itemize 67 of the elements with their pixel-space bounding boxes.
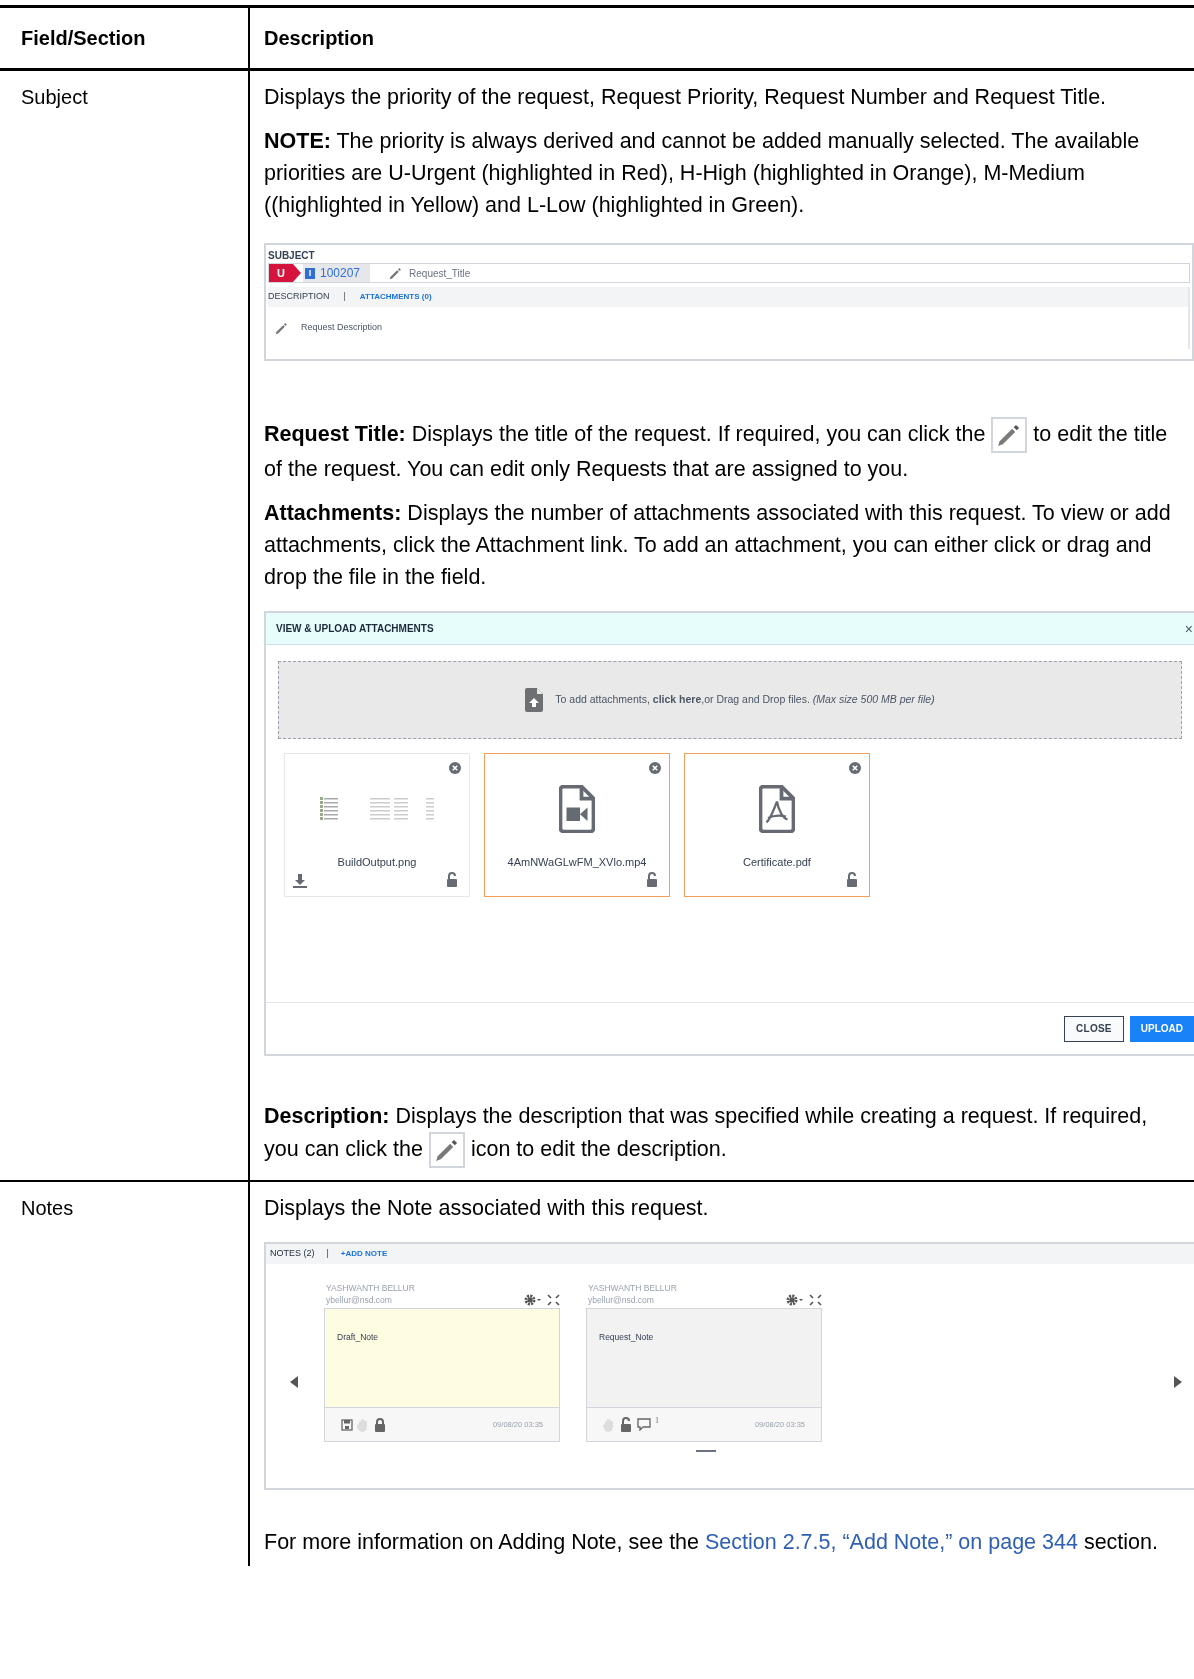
- pencil-icon: [428, 1132, 465, 1168]
- lock-icon[interactable]: [445, 872, 459, 888]
- note-author: YASHWANTH BELLUR: [588, 1282, 678, 1294]
- drop-zone[interactable]: To add attachments, click here,or Drag and Drop files. (Max size 500 MB per file): [278, 661, 1182, 739]
- note-text: Request_Note: [599, 1332, 654, 1342]
- file-name: 4AmNWaGLwFM_XVlo.mp4: [507, 855, 647, 870]
- tab[interactable]: ATTACHMENTS (0): [359, 291, 432, 303]
- pencil-icon: [991, 417, 1028, 453]
- add-note-link[interactable]: +ADD NOTE: [340, 1248, 388, 1260]
- note-body[interactable]: Draft_Note: [325, 1309, 559, 1407]
- download-icon[interactable]: [293, 874, 307, 888]
- paragraph: Request Title: Displays the title of the request. If required, you can click the to edit the title of the request. You can edit only Requests that are assigned to you.: [264, 417, 1194, 485]
- comment-icon[interactable]: [637, 1418, 651, 1431]
- file-name: Certificate.pdf: [743, 855, 811, 870]
- note-body[interactable]: Request_Note: [587, 1309, 821, 1407]
- column-header: Field/Section: [0, 8, 250, 68]
- priority-badge: U: [269, 264, 301, 282]
- column-header: Description: [263, 26, 376, 51]
- note-author: YASHWANTH BELLUR: [326, 1282, 416, 1294]
- link[interactable]: Section 2.7.5, “Add Note,” on page 344: [705, 1530, 1078, 1554]
- drop-zone-text: To add attachments, click here,or Drag and Drop files. (Max size 500 MB per file): [555, 692, 935, 708]
- notes-header: NOTES (2): [270, 1247, 315, 1261]
- pencil-icon[interactable]: [388, 265, 404, 281]
- video-file-icon: [559, 785, 595, 833]
- request-title: Request_Title: [409, 266, 471, 281]
- comment-count: 1: [655, 1414, 659, 1427]
- remove-icon[interactable]: [849, 762, 861, 774]
- close-button[interactable]: CLOSE: [1064, 1015, 1124, 1042]
- note-email: ybellur@nsd.com: [588, 1294, 654, 1306]
- paragraph: Displays the priority of the request, Request Priority, Request Number and Request Title.: [264, 84, 1108, 111]
- settings-icon[interactable]: [786, 1294, 822, 1306]
- upload-button[interactable]: UPLOAD: [1129, 1015, 1194, 1042]
- field-name: Subject: [21, 85, 89, 110]
- type-badge: I: [305, 267, 315, 279]
- dialog-title: VIEW & UPLOAD ATTACHMENTS: [276, 622, 434, 636]
- pdf-file-icon: [759, 785, 795, 833]
- file-card[interactable]: 4AmNWaGLwFM_XVlo.mp4: [484, 753, 670, 897]
- close-button[interactable]: ×: [1184, 621, 1193, 636]
- save-icon[interactable]: [341, 1418, 353, 1431]
- paragraph: Description: Displays the description that was specified while creating a request. If required, you can click the icon to edit the description.: [264, 1100, 1194, 1168]
- description-text: Request Description: [301, 321, 383, 335]
- lock-icon[interactable]: [645, 872, 659, 888]
- section-label: SUBJECT: [268, 249, 316, 263]
- paragraph: NOTE: The priority is always derived and cannot be added manually selected. The available priorities are U-Urgent (highlighted in Red), H-High (highlighted in Orange), M-Medium ((highlighted in Yellow) and L-Low (highlighted in Green).: [264, 128, 1141, 219]
- lock-icon[interactable]: [373, 1416, 387, 1433]
- note-text: Draft_Note: [337, 1332, 379, 1342]
- tab-separator: |: [342, 290, 347, 304]
- file-card[interactable]: BuildOutput.png: [284, 753, 470, 897]
- tab[interactable]: DESCRIPTION: [268, 290, 330, 304]
- separator: |: [326, 1247, 329, 1261]
- field-name: Notes: [21, 1196, 75, 1221]
- paragraph: Displays the Note associated with this request.: [264, 1195, 710, 1222]
- lock-icon[interactable]: [845, 872, 859, 888]
- paragraph: Attachments: Displays the number of attachments associated with this request. To view or add attachments, click the Attachment link. To add an attachment, you can either click or drag and drop the file in the field.: [264, 500, 1172, 591]
- pencil-icon[interactable]: [274, 320, 289, 336]
- note-email: ybellur@nsd.com: [326, 1294, 392, 1306]
- lock-icon[interactable]: [619, 1416, 633, 1433]
- remove-icon[interactable]: [649, 762, 661, 774]
- settings-icon[interactable]: [524, 1294, 560, 1306]
- file-card[interactable]: Certificate.pdf: [684, 753, 870, 897]
- file-name: BuildOutput.png: [337, 855, 417, 870]
- left-arrow-icon[interactable]: [290, 1376, 298, 1388]
- upload-file-icon: [525, 688, 544, 712]
- remove-icon[interactable]: [449, 762, 461, 774]
- paragraph: For more information on Adding Note, see the Section 2.7.5, “Add Note,” on page 344 section.: [264, 1529, 1159, 1556]
- request-number[interactable]: 100207: [320, 264, 361, 282]
- right-arrow-icon[interactable]: [1174, 1376, 1182, 1388]
